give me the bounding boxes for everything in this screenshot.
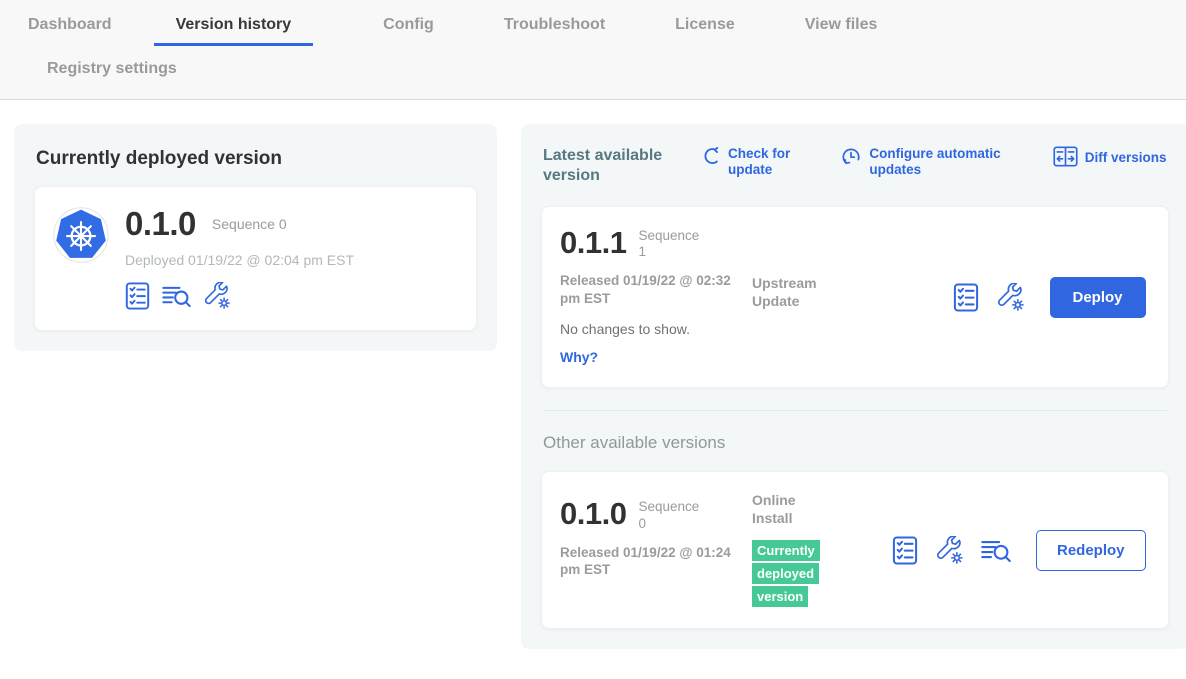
tab-version-history[interactable]: Version history [154,16,314,46]
currently-deployed-badge: Currently deployed version [752,540,820,607]
nav-row-primary: Dashboard Version history Config Trouble… [0,16,1186,46]
preflight-checks-icon[interactable] [892,536,918,565]
tab-dashboard[interactable]: Dashboard [28,16,112,43]
nav-row-secondary: Registry settings [0,60,1186,87]
available-versions-header: Latest available version Check for updat… [543,146,1167,186]
latest-available-title: Latest available version [543,146,689,186]
header-actions: Check for update Configure automatic upd… [689,146,1167,178]
currently-deployed-panel: Currently deployed version 0.1.0 Sequenc… [14,124,497,351]
check-for-update-link[interactable]: Check for update [701,146,792,178]
config-icon[interactable] [203,282,231,310]
deploy-button[interactable]: Deploy [1050,277,1146,318]
latest-source-label: Upstream Update [752,275,832,310]
latest-source-column: Upstream Update [752,275,892,310]
other-version-actions: Redeploy [892,530,1146,571]
other-released-timestamp: Released 01/19/22 @ 01:24 pm EST [560,544,752,579]
changes-note: No changes to show. [560,321,752,337]
configure-automatic-updates-label: Configure automatic updates [869,146,1004,178]
other-version-info: 0.1.0 Sequence 0 Released 01/19/22 @ 01:… [560,492,752,578]
other-source-label: Online Install [752,492,814,527]
kubernetes-logo-icon [53,207,109,263]
app-nav: Dashboard Version history Config Trouble… [0,0,1186,100]
deployed-version-number: 0.1.0 [125,207,196,240]
other-version-card: 0.1.0 Sequence 0 Released 01/19/22 @ 01:… [541,471,1169,629]
diff-versions-label: Diff versions [1085,150,1167,166]
other-available-versions-title: Other available versions [543,433,1169,453]
deployed-version-card: 0.1.0 Sequence 0 Deployed 01/19/22 @ 02:… [34,186,477,331]
configure-automatic-updates-link[interactable]: Configure automatic updates [840,146,1004,178]
preflight-checks-icon[interactable] [953,283,979,312]
preflight-checks-icon[interactable] [125,282,150,310]
refresh-icon [701,146,721,171]
other-version-number: 0.1.0 [560,498,626,529]
latest-version-number: 0.1.1 [560,227,626,258]
tab-troubleshoot[interactable]: Troubleshoot [504,16,605,43]
tab-view-files[interactable]: View files [805,16,878,43]
section-divider [543,410,1167,411]
deploy-logs-icon[interactable] [162,284,191,308]
other-sequence-label: Sequence 0 [638,499,708,531]
config-icon[interactable] [996,283,1025,312]
currently-deployed-badge-wrap: Currently deployed version [752,539,834,608]
diff-versions-link[interactable]: Diff versions [1053,146,1167,172]
deployed-sequence-label: Sequence 0 [212,216,287,232]
redeploy-button[interactable]: Redeploy [1036,530,1146,571]
latest-version-info: 0.1.1 Sequence 1 Released 01/19/22 @ 02:… [560,227,752,367]
why-link[interactable]: Why? [560,349,598,365]
other-source-column: Online Install Currently deployed versio… [752,492,892,608]
currently-deployed-title: Currently deployed version [36,148,477,170]
deployed-version-info: 0.1.0 Sequence 0 Deployed 01/19/22 @ 02:… [125,207,354,310]
latest-sequence-label: Sequence 1 [638,228,708,260]
tab-registry-settings[interactable]: Registry settings [47,60,177,87]
check-for-update-label: Check for update [728,146,792,178]
config-icon[interactable] [935,536,964,565]
latest-version-actions: Deploy [953,277,1146,318]
latest-released-timestamp: Released 01/19/22 @ 02:32 pm EST [560,272,752,307]
tab-config[interactable]: Config [383,16,434,43]
deployed-timestamp: Deployed 01/19/22 @ 02:04 pm EST [125,252,354,268]
tab-license[interactable]: License [675,16,735,43]
diff-icon [1053,146,1078,172]
latest-version-card: 0.1.1 Sequence 1 Released 01/19/22 @ 02:… [541,206,1169,388]
main-content: Currently deployed version 0.1.0 Sequenc… [0,100,1186,679]
deploy-logs-icon[interactable] [981,538,1011,563]
available-versions-panel: Latest available version Check for updat… [521,124,1186,649]
scheduled-update-icon [840,146,862,173]
